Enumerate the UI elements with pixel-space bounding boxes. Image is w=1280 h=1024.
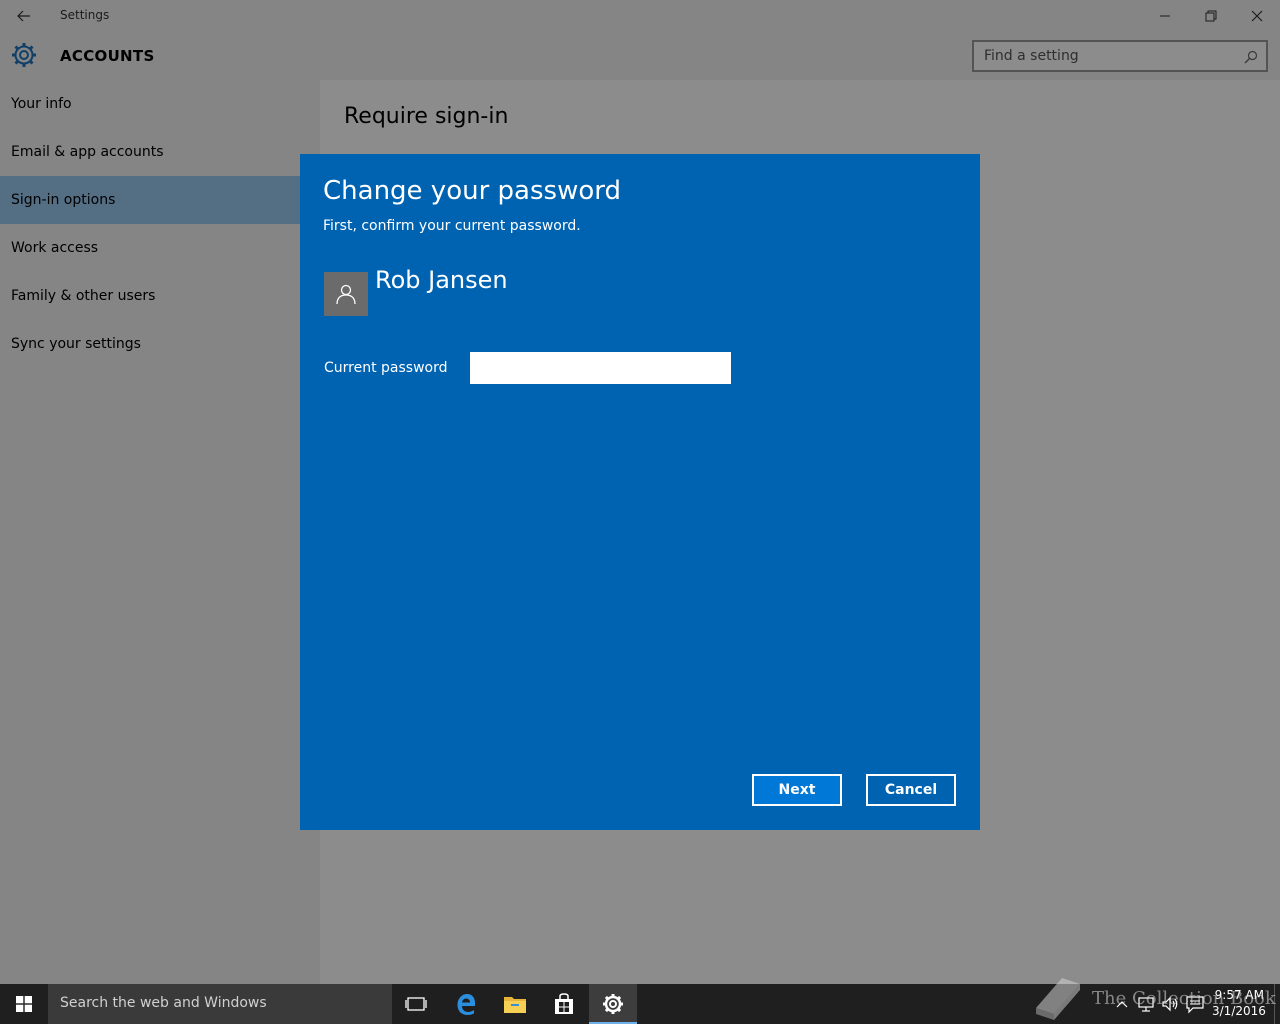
start-button[interactable]	[0, 984, 48, 1024]
next-button[interactable]: Next	[752, 774, 842, 806]
watermark-text: The Collection Book	[1092, 988, 1276, 1009]
edge-icon[interactable]	[442, 984, 490, 1024]
current-password-label: Current password	[324, 360, 448, 376]
task-view-icon[interactable]	[392, 984, 440, 1024]
taskbar-search-box[interactable]: Search the web and Windows	[48, 984, 392, 1024]
store-icon[interactable]	[540, 984, 588, 1024]
windows-logo-icon	[16, 996, 32, 1012]
file-explorer-icon[interactable]	[491, 984, 539, 1024]
settings-icon[interactable]	[589, 984, 637, 1024]
user-icon	[336, 284, 356, 305]
change-password-dialog: Change your password First, confirm your…	[300, 154, 980, 830]
dialog-title: Change your password	[323, 176, 621, 206]
book-logo-icon	[1036, 978, 1080, 1020]
cancel-button[interactable]: Cancel	[866, 774, 956, 806]
dialog-subtitle: First, confirm your current password.	[323, 218, 581, 234]
avatar	[324, 272, 368, 316]
user-name: Rob Jansen	[375, 266, 508, 294]
watermark: The Collection Book	[1030, 974, 1276, 1024]
taskbar-search-placeholder: Search the web and Windows	[60, 995, 267, 1011]
current-password-input[interactable]	[470, 352, 731, 384]
